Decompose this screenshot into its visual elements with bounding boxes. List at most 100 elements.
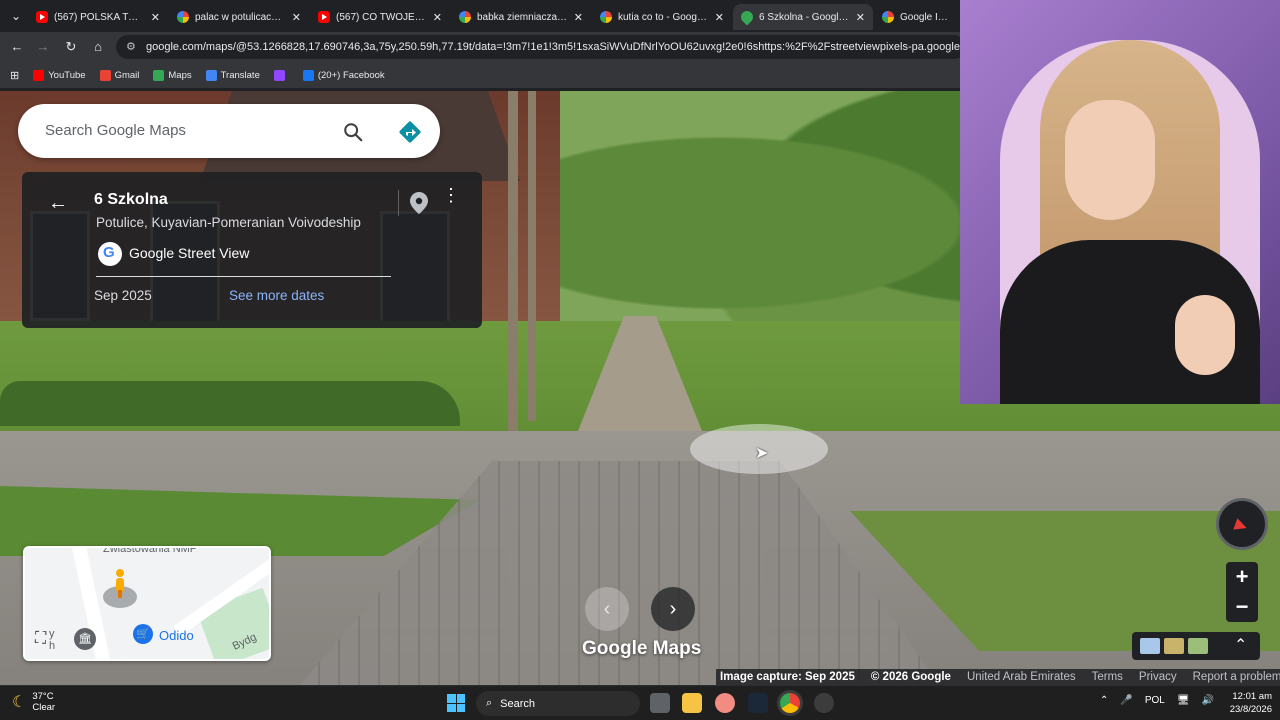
source-label: Google Street View xyxy=(129,245,250,261)
bookmark-label: Translate xyxy=(220,69,260,81)
windows-taskbar: ☾ 37°C Clear ⌕ Search ⌃ 🎤 POL 🖥 🔊 12:01 … xyxy=(0,685,1280,720)
bookmark-item[interactable] xyxy=(273,69,289,81)
google-logo-icon: G xyxy=(98,242,122,266)
museum-icon[interactable]: 🏛 xyxy=(74,628,96,650)
webcam-overlay xyxy=(960,0,1280,404)
pegman-icon[interactable] xyxy=(113,568,127,598)
browser-tab[interactable]: babka ziemniaczana - ✕ xyxy=(451,4,591,30)
close-tab-icon[interactable]: ✕ xyxy=(433,11,442,24)
app-icon[interactable] xyxy=(715,693,735,713)
forward-arrow-icon[interactable]: → xyxy=(35,39,51,55)
privacy-link[interactable]: Privacy xyxy=(1139,671,1177,683)
obs-icon[interactable] xyxy=(814,693,834,713)
bookmark-label: Gmail xyxy=(114,69,140,81)
browser-tab[interactable]: kutia co to - Google S ✕ xyxy=(592,4,732,30)
close-tab-icon[interactable]: ✕ xyxy=(856,11,865,24)
tab-title: kutia co to - Google S xyxy=(618,11,709,23)
system-clock[interactable]: 12:01 am 23/8/2026 xyxy=(1222,690,1272,716)
more-options-icon[interactable]: ⋮ xyxy=(442,186,460,204)
place-title: 6 Szkolna xyxy=(94,191,168,208)
region-link[interactable]: United Arab Emirates xyxy=(967,671,1076,683)
tab-title: 6 Szkolna - Google M xyxy=(759,11,850,23)
weather-temperature: 37°C xyxy=(32,691,54,702)
volume-icon[interactable]: 🔊 xyxy=(1202,695,1214,706)
close-tab-icon[interactable]: ✕ xyxy=(574,11,583,24)
expand-layers-icon[interactable]: ⌃ xyxy=(1234,635,1247,655)
browser-tab[interactable]: Google Image xyxy=(874,4,964,30)
browser-tab[interactable]: 6 Szkolna - Google M ✕ xyxy=(733,4,873,30)
google-maps-logo: Google Maps xyxy=(582,638,702,659)
address-bar[interactable]: ⚙ google.com/maps/@53.1266828,17.690746,… xyxy=(116,35,966,59)
bookmark-item[interactable]: Gmail xyxy=(99,69,140,81)
mouse-pointer-icon: ➤ xyxy=(755,445,769,462)
tab-title: Google Image xyxy=(900,11,956,23)
layer-thumb-map[interactable] xyxy=(1188,638,1208,654)
home-icon[interactable]: ⌂ xyxy=(90,39,106,55)
back-arrow-icon[interactable]: ← xyxy=(48,192,68,215)
close-tab-icon[interactable]: ✕ xyxy=(292,11,301,24)
windows-start-icon[interactable] xyxy=(447,694,465,712)
layers-control[interactable]: ⌃ xyxy=(1132,632,1260,660)
bookmark-item[interactable]: (20+) Facebook xyxy=(302,69,385,81)
google-icon xyxy=(600,11,612,23)
location-pin-icon[interactable] xyxy=(410,192,428,214)
maps-search-box[interactable]: Search Google Maps xyxy=(18,104,440,158)
browser-tab[interactable]: palac w potulicach - G ✕ xyxy=(169,4,309,30)
file-explorer-icon[interactable] xyxy=(682,693,702,713)
tab-title: (567) POLSKA TO NAJ xyxy=(54,11,145,23)
tab-search-chevron-icon[interactable]: ⌄ xyxy=(6,6,26,26)
taskbar-search[interactable]: ⌕ Search xyxy=(476,691,640,716)
gmail-icon xyxy=(99,69,111,81)
compass-icon[interactable] xyxy=(1216,498,1268,550)
microphone-icon[interactable]: 🎤 xyxy=(1120,695,1132,706)
street-view-info-card: ← 6 Szkolna Potulice, Kuyavian-Pomerania… xyxy=(22,172,482,328)
close-tab-icon[interactable]: ✕ xyxy=(151,11,160,24)
bookmark-item[interactable]: Maps xyxy=(153,69,192,81)
zoom-in-button[interactable]: + xyxy=(1226,562,1258,592)
google-icon xyxy=(459,11,471,23)
weather-widget[interactable]: ☾ 37°C Clear xyxy=(12,691,55,713)
browser-tab[interactable]: (567) POLSKA TO NAJ ✕ xyxy=(28,4,168,30)
zoom-control: + − xyxy=(1226,562,1258,622)
clock-date: 23/8/2026 xyxy=(1229,704,1272,715)
bookmark-item[interactable]: YouTube xyxy=(33,69,86,81)
search-icon[interactable] xyxy=(342,121,364,143)
webcam-person-hand xyxy=(1175,295,1235,375)
taskbar-search-label: Search xyxy=(500,697,536,710)
google-icon xyxy=(177,11,189,23)
system-tray: ⌃ 🎤 POL 🖥 🔊 xyxy=(1100,695,1214,706)
tab-strip: ⌄ (567) POLSKA TO NAJ✕palac w potulicach… xyxy=(0,0,960,32)
terms-link[interactable]: Terms xyxy=(1092,671,1123,683)
moon-icon: ☾ xyxy=(12,694,27,711)
previous-image-button[interactable]: ‹ xyxy=(585,587,629,631)
maps-footer: Image capture: Sep 2025 © 2026 Google Un… xyxy=(716,669,1280,685)
close-tab-icon[interactable]: ✕ xyxy=(715,11,724,24)
scene-pole xyxy=(528,91,536,421)
zoom-out-button[interactable]: − xyxy=(1226,592,1258,622)
reload-icon[interactable]: ↻ xyxy=(63,39,79,55)
site-settings-icon[interactable]: ⚙ xyxy=(126,35,136,59)
task-view-icon[interactable] xyxy=(650,693,670,713)
tab-title: palac w potulicach - G xyxy=(195,11,286,23)
layer-thumb-satellite[interactable] xyxy=(1140,638,1160,654)
browser-tab[interactable]: (567) CO TWOJE GRY ✕ xyxy=(310,4,450,30)
search-input[interactable]: Search Google Maps xyxy=(45,122,186,139)
see-more-dates-link[interactable]: See more dates xyxy=(229,288,324,303)
directions-icon[interactable] xyxy=(398,120,422,144)
chrome-icon[interactable] xyxy=(780,693,800,713)
layer-thumb-terrain[interactable] xyxy=(1164,638,1184,654)
next-image-button[interactable]: › xyxy=(651,587,695,631)
input-language[interactable]: POL xyxy=(1145,695,1165,706)
maps-icon xyxy=(738,8,756,26)
network-icon[interactable]: 🖥 xyxy=(1177,695,1190,706)
minimap-fragment-label: y h xyxy=(49,628,56,652)
shopping-cart-icon[interactable]: 🛒 xyxy=(133,624,153,644)
apps-grid-icon[interactable]: ⊞ xyxy=(10,69,19,82)
steam-icon[interactable] xyxy=(748,693,768,713)
report-problem-link[interactable]: Report a problem xyxy=(1193,671,1280,683)
show-hidden-icons-icon[interactable]: ⌃ xyxy=(1100,695,1108,706)
back-arrow-icon[interactable]: ← xyxy=(9,39,25,55)
expand-map-icon[interactable]: ⛶ xyxy=(35,630,46,648)
minimap[interactable]: Zwiastowania NMP y h ⛶ 🏛 🛒 Odido Bydg xyxy=(23,546,271,661)
bookmark-item[interactable]: Translate xyxy=(205,69,260,81)
